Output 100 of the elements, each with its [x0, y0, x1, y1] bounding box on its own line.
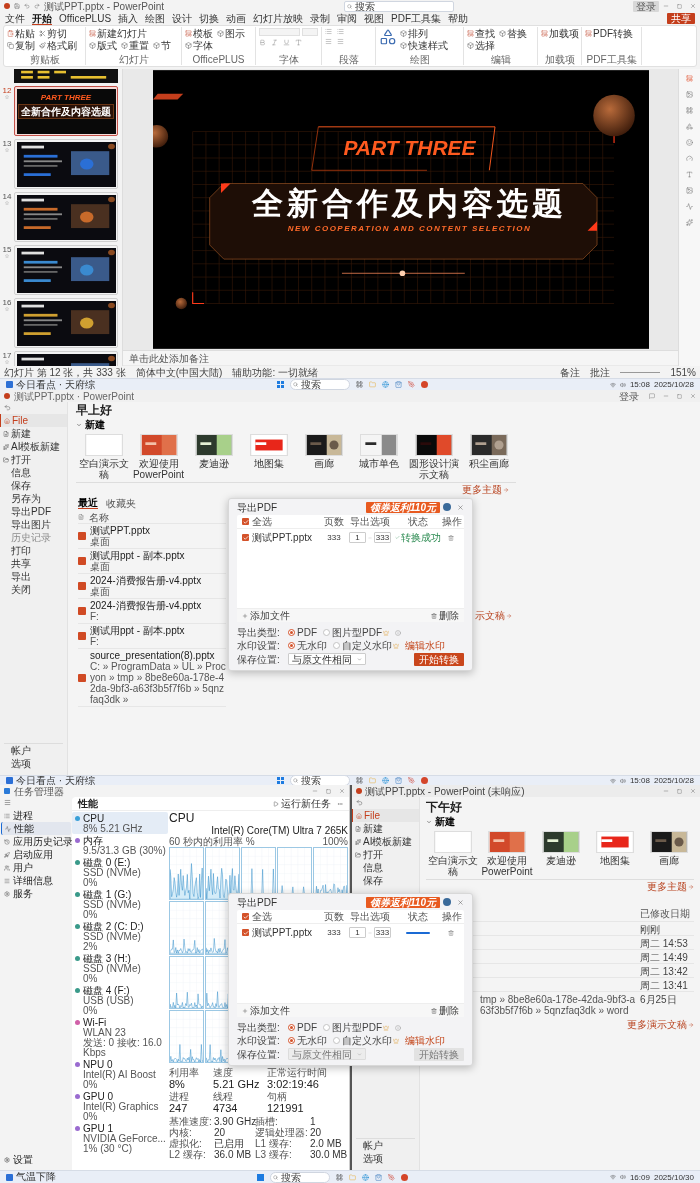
more-themes-link[interactable]: 更多主题 [462, 484, 509, 495]
menu-tab[interactable]: 审阅 [337, 13, 358, 24]
device-item[interactable]: 磁盘 0 (E:) SSD (NVMe) 0% [72, 856, 168, 888]
device-item[interactable]: CPU 8% 5.21 GHz [72, 812, 168, 834]
nav-item[interactable]: 帐户 [0, 744, 67, 757]
device-item[interactable]: NPU 0 Intel(R) AI Boost 0% [72, 1058, 168, 1090]
template-card[interactable]: 城市单色 [351, 434, 406, 480]
page-from-field[interactable]: 1 [349, 532, 366, 543]
close-icon[interactable] [690, 3, 696, 9]
checkbox[interactable] [242, 913, 249, 920]
add-file-button[interactable]: 添加文件 [242, 1005, 290, 1016]
delete-icon[interactable] [447, 929, 454, 936]
radio-button[interactable] [323, 1024, 330, 1031]
tool-icon[interactable] [686, 139, 693, 146]
promo-badge[interactable]: 领券返利110元 [366, 896, 440, 908]
recent-file-row[interactable]: 2024-消费报告册-v4.pptx 桌面 [78, 574, 226, 599]
justify-icon[interactable] [337, 38, 344, 45]
slide-thumbnail[interactable]: PART THREE 全新合作及内容选题 [14, 86, 118, 136]
minimize-icon[interactable] [663, 393, 669, 399]
radio-button[interactable] [288, 642, 295, 649]
pen-icon[interactable] [388, 1173, 396, 1181]
ribbon-button[interactable]: 快速样式 [400, 40, 448, 51]
nav-item[interactable]: AI模板新建 [0, 440, 67, 453]
ribbon-button[interactable]: 替换 [499, 28, 527, 39]
menu-tab[interactable]: 绘图 [145, 13, 166, 24]
comment-icon[interactable] [649, 393, 655, 399]
menu-tab[interactable]: OfficePLUS [59, 13, 112, 24]
minimize-icon[interactable] [663, 788, 669, 794]
device-item[interactable]: 磁盘 4 (F:) USB (USB) 0% [72, 984, 168, 1016]
ribbon-button[interactable]: 节 [153, 40, 171, 51]
radio-button[interactable] [288, 1024, 295, 1031]
avatar-icon[interactable] [443, 898, 451, 906]
device-item[interactable]: GPU 1 NVIDIA GeForce... 1% (30 °C) [72, 1122, 168, 1154]
template-card[interactable]: 地图集 [588, 831, 642, 877]
tool-icon[interactable] [686, 155, 693, 162]
sign-in-button[interactable]: 登录 [633, 0, 659, 12]
redo-icon[interactable] [34, 3, 40, 9]
device-item[interactable]: 内存 9.5/31.3 GB (30%) [72, 834, 168, 856]
radio-button[interactable] [288, 1037, 295, 1044]
pen-icon[interactable] [407, 777, 415, 784]
ribbon-button[interactable]: 模板 [185, 28, 213, 39]
add-file-button[interactable]: 添加文件 [242, 610, 290, 621]
ribbon-button[interactable]: 重置 [121, 40, 149, 51]
nav-item[interactable]: AI模板新建 [352, 835, 419, 848]
undo-icon[interactable] [24, 3, 30, 9]
globe-icon[interactable] [381, 381, 389, 388]
minimize-icon[interactable] [663, 3, 669, 9]
ribbon-button[interactable]: 选择 [467, 40, 495, 51]
checkbox[interactable] [242, 929, 249, 936]
delete-button[interactable]: 删除 [431, 610, 459, 621]
nav-item[interactable]: 导出 [0, 570, 67, 583]
nav-item[interactable]: 详细信息 [1, 874, 71, 887]
nav-item[interactable]: 信息 [0, 466, 67, 479]
template-card[interactable]: 麦迪逊 [534, 831, 588, 877]
template-card[interactable]: 地图集 [241, 434, 296, 480]
close-icon[interactable] [690, 788, 696, 794]
nav-item[interactable]: 帐户 [352, 1139, 419, 1152]
presentation-app-icon[interactable] [420, 777, 428, 784]
menu-tab[interactable]: 帮助 [448, 13, 469, 24]
nav-item[interactable]: 用户 [1, 861, 71, 874]
ribbon-button[interactable]: 查找 [467, 28, 495, 39]
tool-icon[interactable] [686, 107, 693, 114]
recent-file-row[interactable]: 测试用ppt - 副本.pptx 桌面 [78, 549, 226, 574]
nav-item[interactable]: 新建 [352, 822, 419, 835]
template-card[interactable]: 欢迎使用 PowerPoint [480, 831, 534, 877]
radio-button[interactable] [333, 1037, 340, 1044]
task-view-icon[interactable] [355, 381, 363, 388]
nav-item[interactable]: 导出图片 [0, 518, 67, 531]
more-themes-link[interactable]: 更多主题 [647, 881, 694, 892]
notes-placeholder[interactable]: 单击此处添加备注 [129, 352, 209, 364]
tool-icon[interactable] [686, 219, 693, 226]
nav-item[interactable]: 性能 [1, 822, 71, 835]
page-from-field[interactable]: 1 [349, 927, 366, 938]
windows-logo-icon[interactable] [257, 1173, 265, 1181]
tool-icon[interactable] [686, 123, 693, 130]
news-widget[interactable]: 气温下降 [16, 1172, 56, 1182]
menu-tab[interactable]: 幻灯片放映 [253, 13, 304, 24]
edit-watermark-link[interactable]: 编辑水印 [405, 640, 445, 651]
tool-icon[interactable] [686, 171, 693, 178]
delete-icon[interactable] [447, 534, 454, 541]
nav-item[interactable]: 新建 [0, 427, 67, 440]
start-convert-button[interactable]: 开始转换 [414, 652, 464, 666]
underline-icon[interactable] [283, 39, 290, 46]
task-view-icon[interactable] [336, 1173, 344, 1181]
page-to-field[interactable]: 333 [374, 532, 391, 543]
search-field[interactable]: 搜索 [289, 776, 350, 785]
recent-file-row[interactable]: 2024-消费报告册-v4.pptx F: [78, 599, 226, 624]
template-card[interactable]: 麦迪逊 [186, 434, 241, 480]
globe-icon[interactable] [362, 1173, 370, 1181]
menu-icon[interactable] [4, 799, 11, 806]
nav-item[interactable]: 另存为 [0, 492, 67, 505]
italic-icon[interactable] [271, 39, 278, 46]
presentation-app-icon[interactable] [420, 381, 428, 388]
minimize-icon[interactable] [312, 788, 318, 794]
ribbon-button[interactable]: 格式刷 [39, 40, 77, 51]
nav-item[interactable]: 进程 [1, 809, 71, 822]
bag-icon[interactable] [375, 1173, 383, 1181]
maximize-icon[interactable] [326, 788, 331, 794]
settings-item[interactable]: 设置 [0, 1153, 72, 1166]
nav-item[interactable]: 保存 [352, 874, 419, 887]
